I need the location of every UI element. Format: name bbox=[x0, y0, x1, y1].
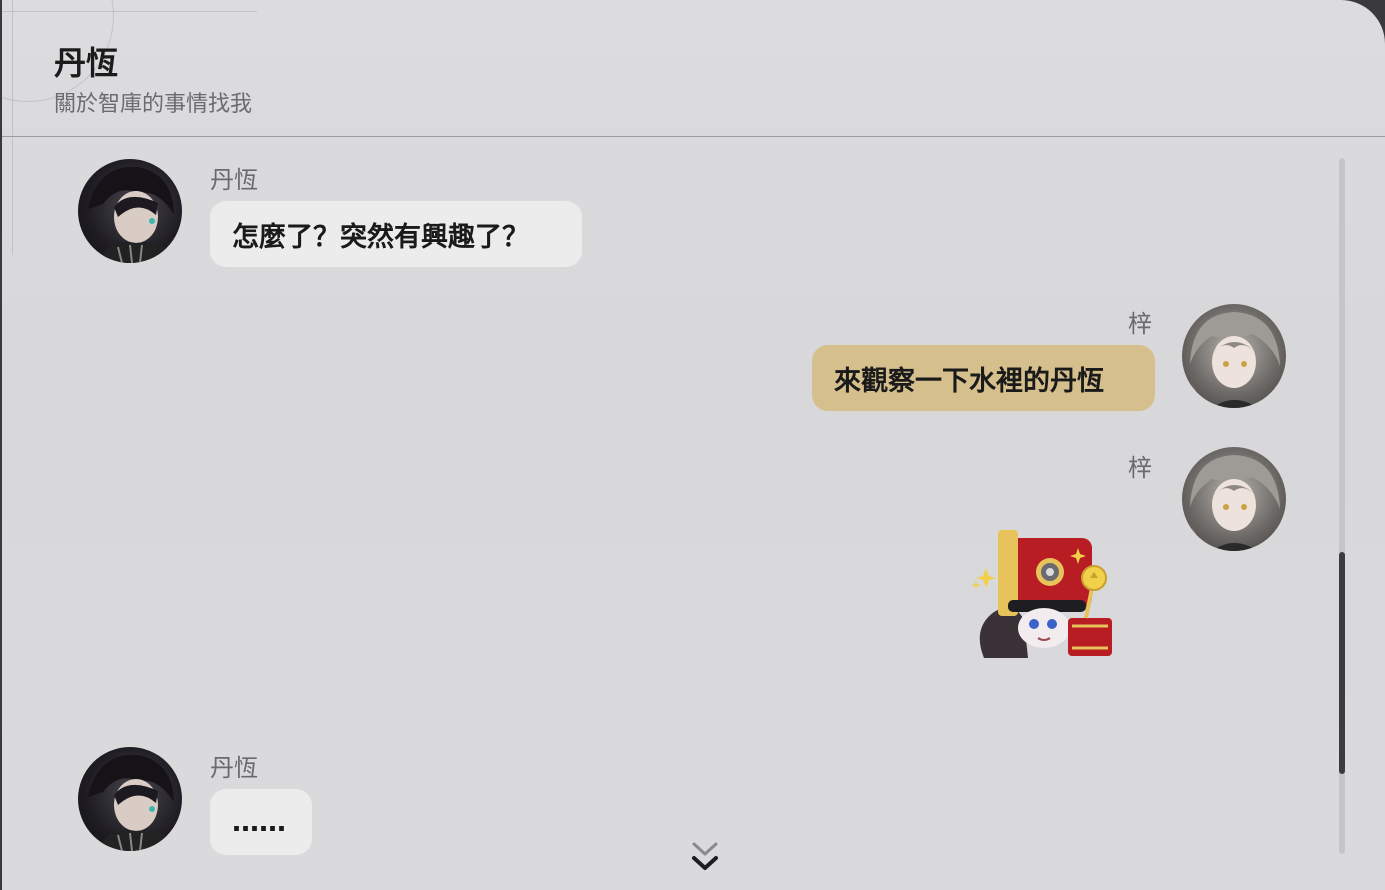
message-bubble[interactable]: 來觀察一下水裡的丹恆 bbox=[812, 345, 1155, 411]
message-sender: 丹恆 bbox=[210, 166, 258, 194]
message-bubble[interactable]: 怎麼了？突然有興趣了？ bbox=[210, 201, 582, 267]
danheng-avatar[interactable] bbox=[78, 747, 182, 851]
message-sender: 梓 bbox=[1128, 454, 1152, 482]
message-bubble[interactable]: …… bbox=[210, 789, 312, 855]
danheng-avatar[interactable] bbox=[78, 159, 182, 263]
contact-signature: 關於智庫的事情找我 bbox=[54, 92, 253, 117]
contact-name: 丹恆 bbox=[54, 44, 119, 82]
pom-pom-thumbs-up-sticker[interactable] bbox=[968, 508, 1118, 666]
header-divider bbox=[2, 136, 1385, 137]
scrollbar-thumb[interactable] bbox=[1339, 552, 1345, 774]
chat-header: 丹恆 關於智庫的事情找我 bbox=[2, 0, 1385, 136]
trailblazer-avatar[interactable] bbox=[1182, 447, 1286, 551]
message-text: 怎麼了？突然有興趣了？ bbox=[232, 221, 529, 253]
message-text: …… bbox=[232, 806, 286, 838]
trailblazer-avatar[interactable] bbox=[1182, 304, 1286, 408]
message-text: 來觀察一下水裡的丹恆 bbox=[834, 365, 1104, 397]
message-sender: 丹恆 bbox=[210, 754, 258, 782]
chat-panel: 丹恆 關於智庫的事情找我 丹恆 怎麼了？突然有興趣了？ 梓 來觀察一下水裡的丹恆… bbox=[2, 0, 1385, 890]
message-sender: 梓 bbox=[1128, 310, 1152, 338]
double-chevron-down-icon[interactable] bbox=[690, 840, 720, 876]
